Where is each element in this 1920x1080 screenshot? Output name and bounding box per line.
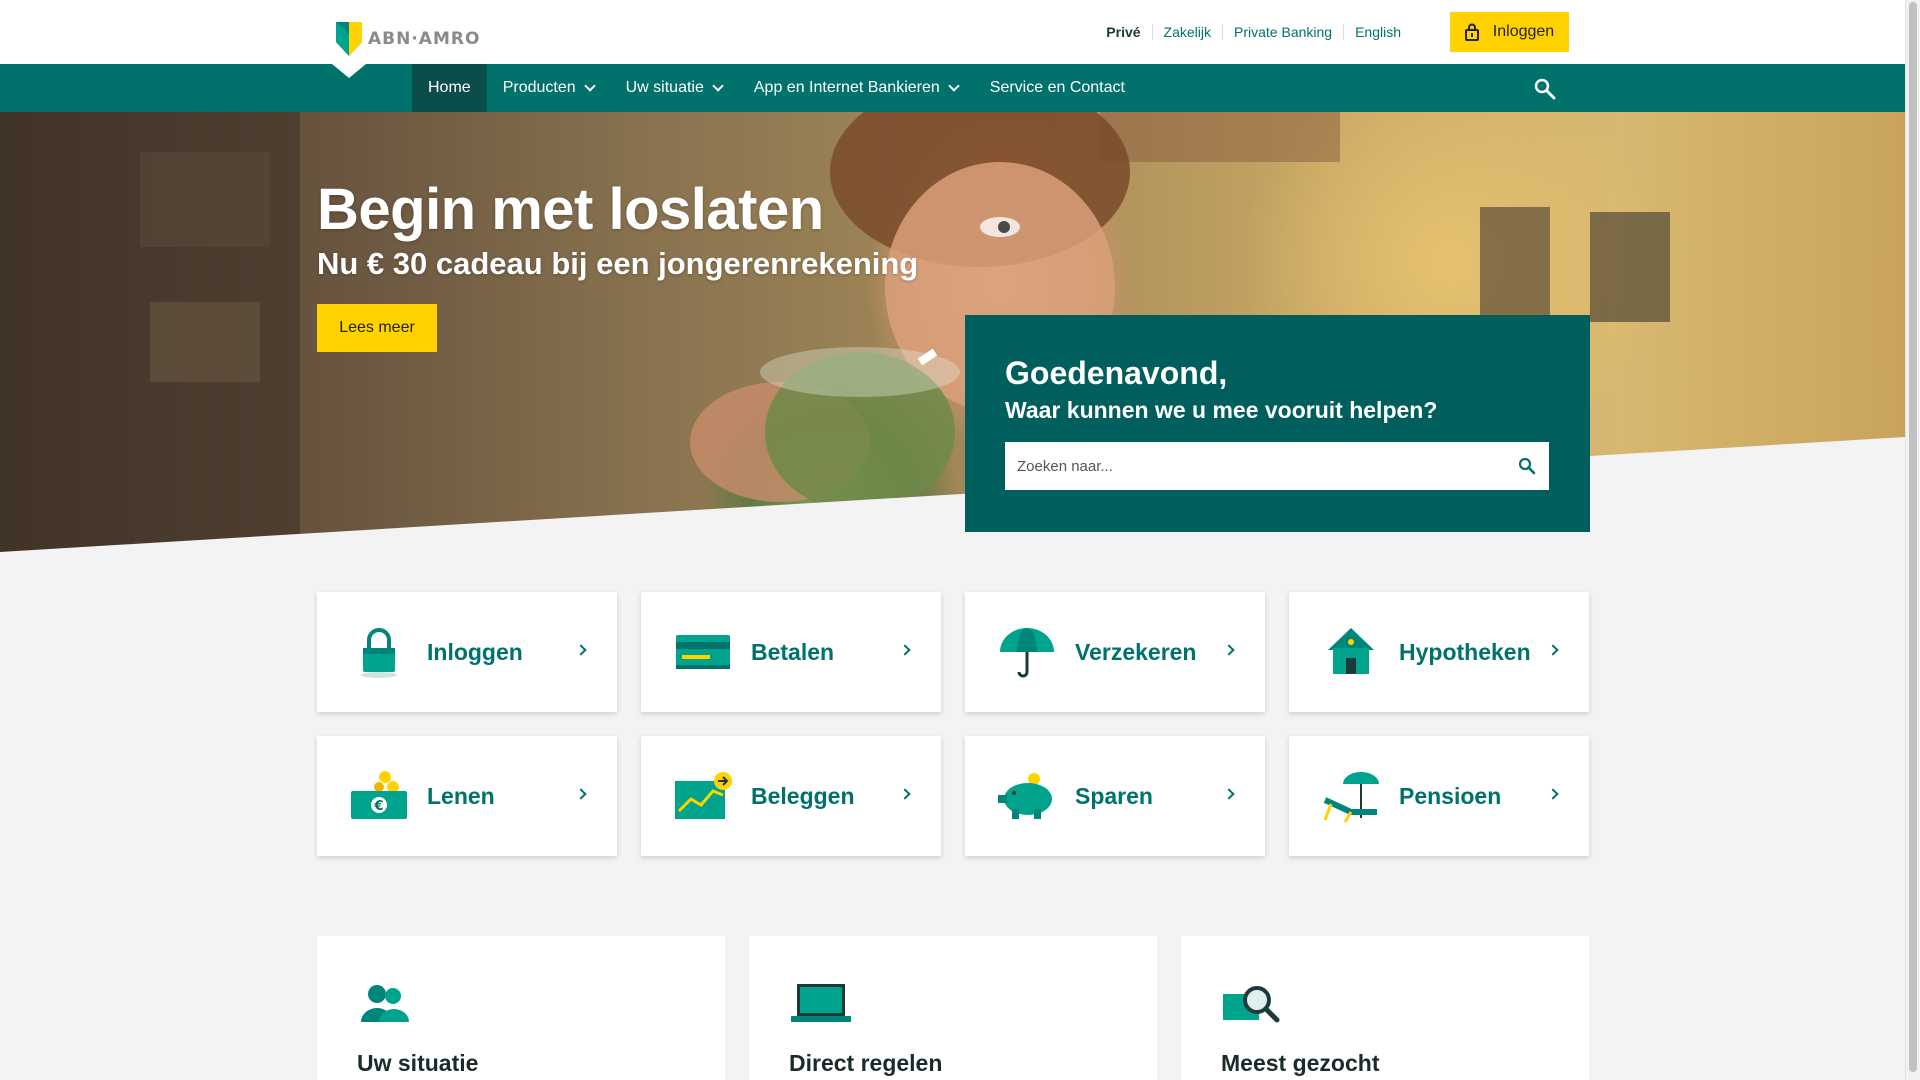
svg-text:€: € — [373, 799, 383, 814]
tile-beleggen[interactable]: Beleggen — [641, 736, 941, 856]
hero-photo — [0, 112, 1905, 552]
tile-hypotheken[interactable]: Hypotheken — [1289, 592, 1589, 712]
nav-home[interactable]: Home — [412, 64, 487, 112]
nav-uw-situatie-label: Uw situatie — [625, 79, 704, 96]
card-direct-regelen[interactable]: Direct regelen — [749, 936, 1157, 1080]
tile-inloggen[interactable]: Inloggen — [317, 592, 617, 712]
tile-verzekeren[interactable]: Verzekeren — [965, 592, 1265, 712]
tile-label: Lenen — [427, 782, 495, 809]
nav-service-label: Service en Contact — [989, 79, 1125, 96]
chevron-right-icon — [575, 788, 587, 800]
link-prive[interactable]: Privé — [1095, 24, 1151, 40]
tile-betalen[interactable]: Betalen — [641, 592, 941, 712]
nav-uw-situatie[interactable]: Uw situatie — [610, 64, 738, 112]
tile-label: Pensioen — [1399, 782, 1502, 809]
tile-label: Beleggen — [751, 782, 855, 809]
chevron-down-icon — [712, 79, 724, 92]
umbrella-icon — [995, 624, 1059, 680]
tile-lenen[interactable]: € Lenen — [317, 736, 617, 856]
laptop-icon — [789, 982, 851, 1028]
chevron-right-icon — [899, 644, 911, 656]
chevron-down-icon — [583, 79, 596, 92]
site-search-box — [1005, 442, 1549, 490]
topic-cards: Uw situatie Direct regelen Meest gezocht — [317, 936, 1590, 1080]
greeting-subtitle: Waar kunnen we u mee vooruit helpen? — [1005, 397, 1438, 423]
tile-pensioen[interactable]: Pensioen — [1289, 736, 1589, 856]
logo-text: ABN·AMRO — [368, 29, 481, 49]
segment-links: Privé Zakelijk Private Banking English — [1095, 24, 1412, 40]
tile-label: Hypotheken — [1399, 638, 1531, 665]
bank-card-icon — [671, 624, 735, 680]
lock-icon — [1464, 23, 1479, 41]
piggy-bank-icon — [995, 768, 1059, 824]
euro-bill-coins-icon: € — [347, 768, 411, 824]
greeting-panel: Goedenavond, Waar kunnen we u mee voorui… — [965, 315, 1590, 532]
tile-label: Betalen — [751, 638, 835, 665]
nav-producten[interactable]: Producten — [487, 64, 610, 112]
nav-app-label: App en Internet Bankieren — [753, 79, 940, 96]
chevron-down-icon — [948, 79, 960, 92]
link-private-banking[interactable]: Private Banking — [1222, 24, 1343, 40]
padlock-icon — [347, 624, 411, 680]
login-button[interactable]: Inloggen — [1450, 12, 1569, 52]
search-input[interactable] — [1005, 443, 1505, 489]
greeting-title: Goedenavond, — [1005, 355, 1228, 391]
chevron-right-icon — [1547, 644, 1559, 656]
hero-subtitle: Nu € 30 cadeau bij een jongerenrekening — [317, 246, 919, 281]
link-zakelijk[interactable]: Zakelijk — [1151, 24, 1222, 40]
card-title: Uw situatie — [357, 1050, 479, 1076]
top-bar: ABN·AMRO Privé Zakelijk Private Banking … — [0, 0, 1905, 64]
house-icon — [1319, 624, 1383, 680]
tile-label: Inloggen — [427, 638, 523, 665]
nav-home-label: Home — [428, 79, 471, 96]
product-tiles: Inloggen Betalen Verzekeren Hypotheken €… — [317, 592, 1590, 856]
chevron-right-icon — [899, 788, 911, 800]
investment-chart-icon — [671, 768, 735, 824]
login-button-label: Inloggen — [1492, 23, 1555, 40]
card-title: Meest gezocht — [1221, 1050, 1380, 1076]
card-meest-gezocht[interactable]: Meest gezocht — [1181, 936, 1589, 1080]
scrollbar-thumb[interactable] — [1909, 2, 1917, 1072]
scrollbar[interactable] — [1905, 0, 1920, 1080]
tile-label: Verzekeren — [1075, 638, 1197, 665]
search-icon[interactable] — [1534, 78, 1556, 100]
chevron-right-icon — [1547, 788, 1559, 800]
chevron-right-icon — [1223, 788, 1235, 800]
nav-app-internet-bankieren[interactable]: App en Internet Bankieren — [738, 64, 974, 112]
beach-chair-icon — [1319, 768, 1383, 824]
hero-title: Begin met loslaten — [317, 177, 824, 242]
nav-producten-label: Producten — [502, 79, 576, 96]
people-icon — [357, 982, 413, 1028]
link-english[interactable]: English — [1343, 24, 1412, 40]
chevron-right-icon — [1223, 644, 1235, 656]
magnifier-icon — [1221, 982, 1280, 1028]
nav-service-contact[interactable]: Service en Contact — [974, 64, 1141, 112]
abn-amro-logo[interactable]: ABN·AMRO — [336, 22, 480, 56]
read-more-button[interactable]: Lees meer — [317, 304, 437, 352]
tile-sparen[interactable]: Sparen — [965, 736, 1265, 856]
logo-pointer — [332, 64, 366, 78]
chevron-right-icon — [575, 644, 587, 656]
tile-label: Sparen — [1075, 782, 1153, 809]
hero-banner: Begin met loslaten Nu € 30 cadeau bij ee… — [0, 112, 1905, 552]
card-title: Direct regelen — [789, 1050, 943, 1076]
main-nav: Home Producten Uw situatie App en Intern… — [0, 64, 1905, 112]
shield-logo-icon — [336, 22, 362, 56]
card-uw-situatie[interactable]: Uw situatie — [317, 936, 725, 1080]
search-icon[interactable] — [1505, 443, 1549, 489]
